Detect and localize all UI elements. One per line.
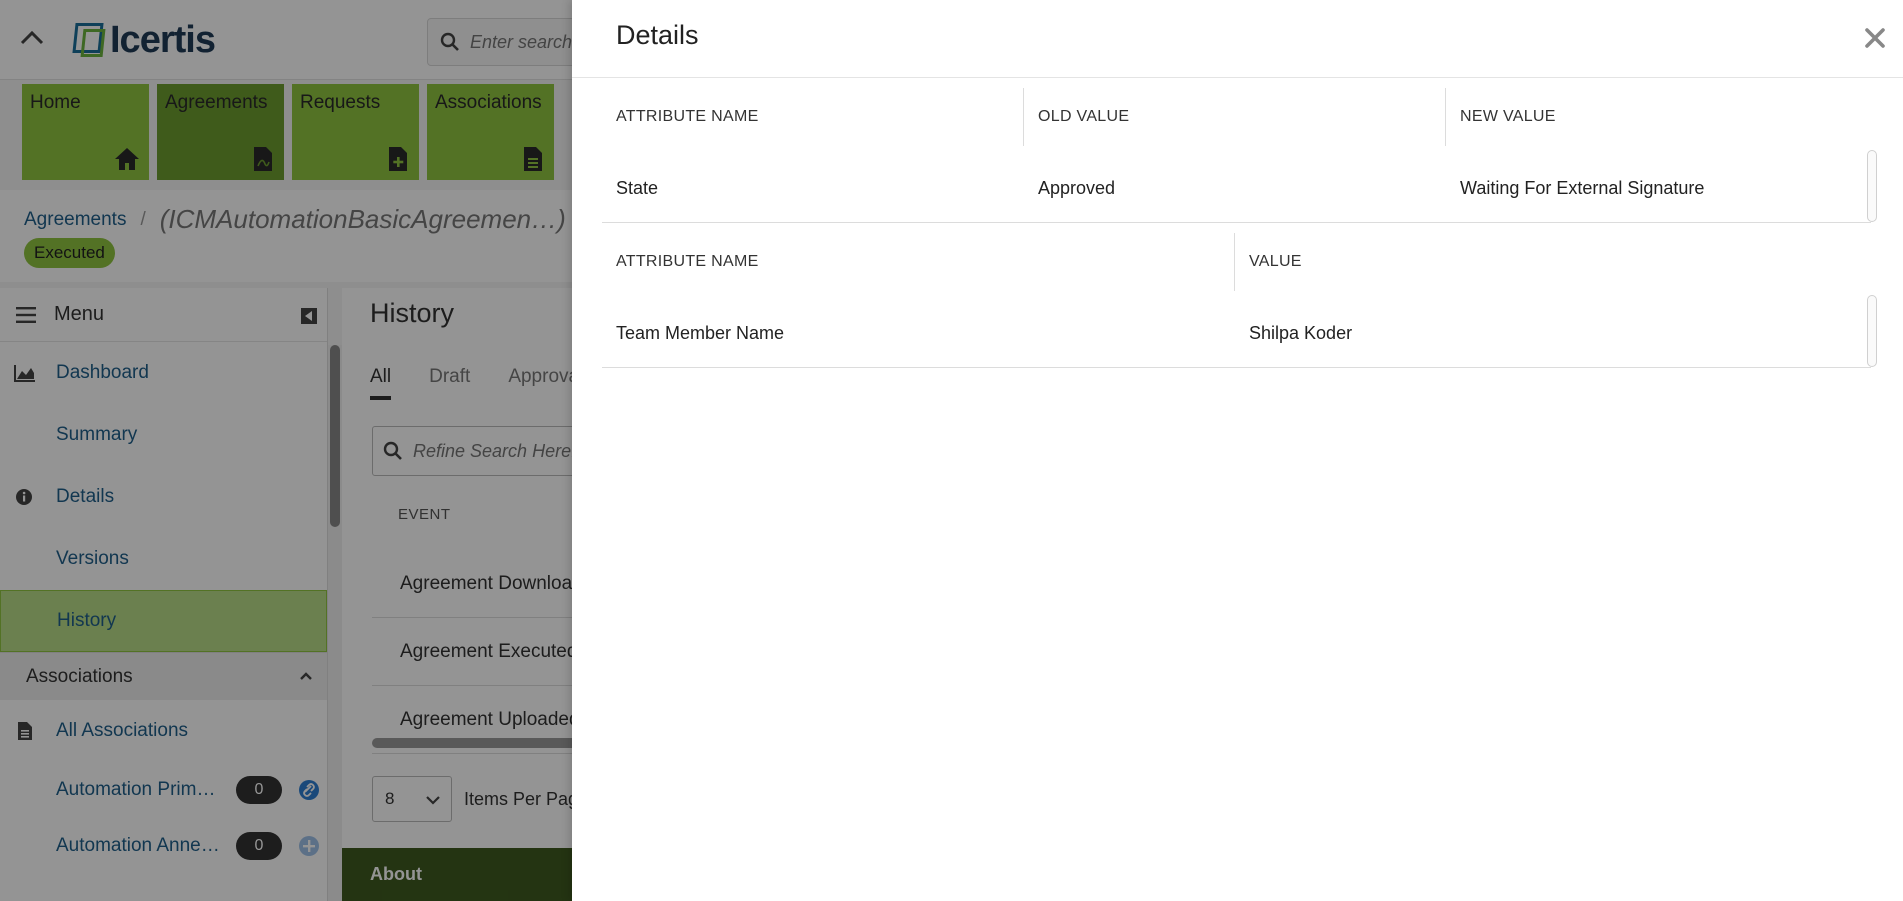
column-header-old-value: OLD VALUE (1024, 87, 1446, 146)
value-cell: Shilpa Koder (1249, 323, 1353, 343)
table-scrollbar[interactable] (1867, 150, 1877, 222)
new-value-cell: Waiting For External Signature (1460, 178, 1705, 198)
table-scrollbar[interactable] (1867, 295, 1877, 367)
column-header-attribute-name: ATTRIBUTE NAME (602, 232, 1235, 291)
old-value-cell: Approved (1038, 178, 1116, 198)
table-header: ATTRIBUTE NAME OLD VALUE NEW VALUE (602, 78, 1871, 155)
table-row: State Approved Waiting For External Sign… (602, 155, 1871, 223)
table-row: Team Member Name Shilpa Koder (602, 300, 1871, 368)
close-icon[interactable] (1863, 26, 1887, 50)
table-header: ATTRIBUTE NAME VALUE (602, 223, 1871, 300)
column-header-attribute-name: ATTRIBUTE NAME (602, 87, 1024, 146)
values-table: ATTRIBUTE NAME VALUE Team Member Name Sh… (602, 223, 1877, 368)
column-header-new-value: NEW VALUE (1460, 107, 1556, 125)
attribute-name-cell: Team Member Name (616, 323, 785, 343)
attribute-name-cell: State (616, 178, 659, 198)
changes-table: ATTRIBUTE NAME OLD VALUE NEW VALUE State… (602, 78, 1877, 223)
details-panel: Details ATTRIBUTE NAME OLD VALUE NEW VAL… (572, 0, 1903, 901)
panel-header: Details (572, 0, 1903, 78)
column-header-value: VALUE (1249, 252, 1302, 270)
panel-title: Details (616, 20, 699, 50)
